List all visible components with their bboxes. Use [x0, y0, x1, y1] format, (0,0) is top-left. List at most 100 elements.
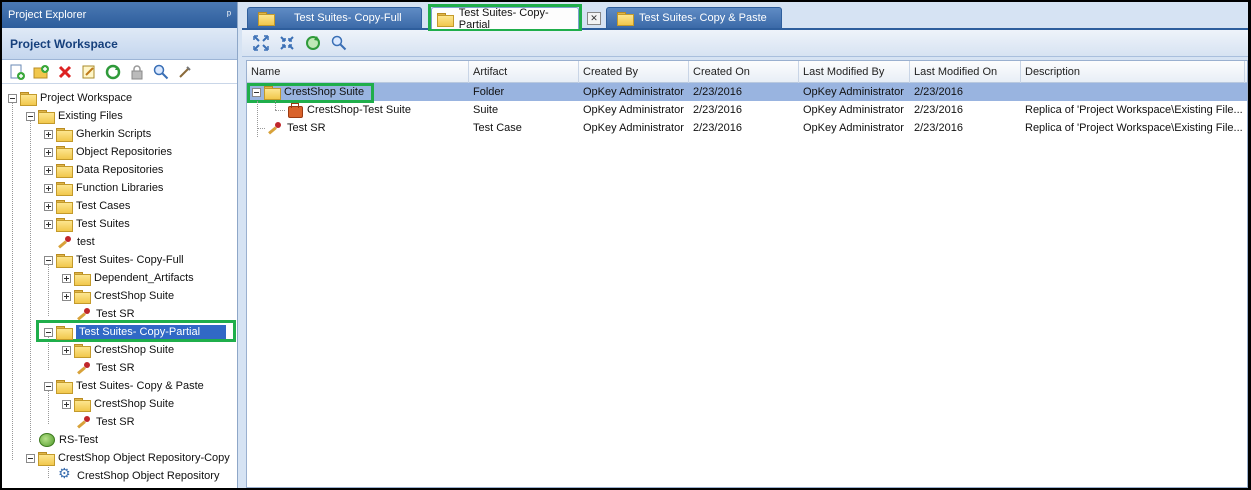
- table-row[interactable]: CrestShop Suite Folder OpKey Administrat…: [247, 83, 1247, 101]
- tree-node-data-repositories[interactable]: Data Repositories: [44, 161, 163, 179]
- expand-toggle[interactable]: [44, 183, 53, 193]
- column-header-name[interactable]: Name: [247, 61, 469, 83]
- new-file-icon[interactable]: [8, 63, 26, 81]
- new-folder-icon[interactable]: [32, 63, 50, 81]
- collapse-all-icon[interactable]: [278, 34, 296, 52]
- collapse-toggle[interactable]: [44, 327, 53, 337]
- expand-toggle[interactable]: [44, 219, 53, 229]
- refresh-icon[interactable]: [104, 63, 122, 81]
- tree-label: Test Suites- Copy & Paste: [76, 380, 204, 392]
- tree-node-gherkin-scripts[interactable]: Gherkin Scripts: [44, 125, 151, 143]
- cell-name: Test SR: [263, 119, 469, 137]
- expand-toggle[interactable]: [62, 273, 71, 283]
- tab-label: Test Suites- Copy-Full: [294, 12, 402, 24]
- tab-label: Test Suites- Copy & Paste: [639, 12, 767, 24]
- cell-created-by: OpKey Administrator: [583, 122, 684, 134]
- app-window: Project Explorer ᵖ Project Workspace Pro…: [2, 2, 1248, 488]
- table-row[interactable]: CrestShop-Test Suite Suite OpKey Adminis…: [247, 101, 1247, 137]
- tab-close-icon[interactable]: ✕: [587, 12, 601, 25]
- tree-node-test-sr[interactable]: Test SR: [76, 413, 135, 431]
- test-case-icon: [57, 235, 73, 249]
- pin-icon[interactable]: ᵖ: [227, 9, 231, 21]
- highlight-box: [247, 83, 374, 103]
- search-icon[interactable]: [330, 34, 348, 52]
- refresh-icon[interactable]: [304, 34, 322, 52]
- grid-toolbar: [242, 30, 1248, 57]
- tree-node-crestshop-suite[interactable]: CrestShop Suite: [62, 341, 174, 359]
- tree-node-test-cases[interactable]: Test Cases: [44, 197, 130, 215]
- cell-description: Replica of 'Project Workspace\Existing F…: [1025, 122, 1243, 134]
- project-explorer-title: Project Explorer: [8, 9, 87, 21]
- folder-icon: [74, 344, 91, 358]
- grid-header: Name Artifact Created By Created On Last…: [247, 61, 1247, 83]
- lock-icon[interactable]: [128, 63, 146, 81]
- folder-icon: [74, 272, 91, 286]
- expand-toggle[interactable]: [62, 399, 71, 409]
- tree-node-copy-full[interactable]: Test Suites- Copy-Full: [44, 251, 184, 269]
- project-explorer-panel: Project Explorer ᵖ Project Workspace Pro…: [2, 2, 238, 488]
- collapse-toggle[interactable]: [26, 111, 35, 121]
- tree-node-copy-partial[interactable]: Test Suites- Copy-Partial: [44, 323, 226, 341]
- rename-icon[interactable]: [80, 63, 98, 81]
- search-icon[interactable]: [152, 63, 170, 81]
- tree-label: CrestShop Suite: [94, 344, 175, 356]
- expand-all-icon[interactable]: [252, 34, 270, 52]
- collapse-toggle[interactable]: [44, 255, 53, 265]
- folder-icon: [437, 12, 454, 27]
- tree-node-test[interactable]: test: [57, 233, 95, 251]
- cell-created-by: OpKey Administrator: [583, 86, 684, 98]
- tree-node-crestshop-suite[interactable]: CrestShop Suite: [62, 395, 174, 413]
- tools-icon[interactable]: [176, 63, 194, 81]
- tab-copy-full[interactable]: Test Suites- Copy-Full: [247, 7, 422, 29]
- test-case-icon: [267, 121, 283, 135]
- tree-label: CrestShop Suite: [94, 398, 175, 410]
- collapse-toggle[interactable]: [8, 93, 17, 103]
- tree-node-project-workspace[interactable]: Project Workspace: [8, 89, 132, 107]
- column-header-last-modified-on[interactable]: Last Modified On: [910, 61, 1021, 83]
- column-header-created-by[interactable]: Created By: [579, 61, 689, 83]
- expand-toggle[interactable]: [44, 129, 53, 139]
- expand-toggle[interactable]: [44, 201, 53, 211]
- tree-node-object-repositories[interactable]: Object Repositories: [44, 143, 172, 161]
- expand-toggle[interactable]: [62, 345, 71, 355]
- project-explorer-header: Project Explorer ᵖ: [2, 2, 237, 28]
- tree-label: Function Libraries: [76, 182, 164, 194]
- tree-node-test-sr[interactable]: Test SR: [76, 359, 135, 377]
- tab-copy-partial[interactable]: Test Suites- Copy-Partial: [431, 7, 579, 31]
- tree-label: CrestShop Object Repository: [77, 470, 220, 482]
- collapse-toggle[interactable]: [44, 381, 53, 391]
- table-row[interactable]: Test SR Test Case OpKey Administrator 2/…: [247, 119, 1247, 137]
- column-header-created-on[interactable]: Created On: [689, 61, 799, 83]
- tree-node-dependent-artifacts[interactable]: Dependent_Artifacts: [62, 269, 194, 287]
- tree-node-existing-files[interactable]: Existing Files: [26, 107, 123, 125]
- test-case-icon: [76, 415, 92, 429]
- explorer-toolbar: [2, 60, 237, 84]
- tab-copy-paste[interactable]: Test Suites- Copy & Paste: [606, 7, 782, 29]
- tree-node-test-suites[interactable]: Test Suites: [44, 215, 130, 233]
- suite-icon: [287, 103, 303, 118]
- tree-node-object-repository[interactable]: CrestShop Object Repository: [57, 466, 220, 485]
- cell-last-modified-by: OpKey Administrator: [803, 104, 904, 116]
- cell-text: CrestShop-Test Suite: [307, 104, 411, 116]
- column-header-description[interactable]: Description: [1021, 61, 1245, 83]
- expand-toggle[interactable]: [44, 147, 53, 157]
- column-header-artifact[interactable]: Artifact: [469, 61, 579, 83]
- cell-created-on: 2/23/2016: [693, 104, 742, 116]
- cell-last-modified-on: 2/23/2016: [914, 104, 963, 116]
- expand-toggle[interactable]: [62, 291, 71, 301]
- tree-node-or-copy[interactable]: CrestShop Object Repository-Copy: [26, 449, 230, 467]
- tree-node-crestshop-suite[interactable]: CrestShop Suite: [62, 287, 174, 305]
- collapse-toggle[interactable]: [26, 453, 35, 463]
- tree-node-copy-paste[interactable]: Test Suites- Copy & Paste: [44, 377, 204, 395]
- tree-node-function-libraries[interactable]: Function Libraries: [44, 179, 163, 197]
- folder-icon: [56, 128, 73, 142]
- column-header-last-modified-by[interactable]: Last Modified By: [799, 61, 910, 83]
- workspace-header: Project Workspace: [2, 28, 237, 60]
- expand-toggle[interactable]: [44, 165, 53, 175]
- folder-icon: [56, 182, 73, 196]
- main-panel: Test Suites- Copy-Full Test Suites- Copy…: [242, 2, 1248, 488]
- tree-node-rs-test[interactable]: RS-Test: [39, 431, 98, 449]
- tree-label: Dependent_Artifacts: [94, 272, 194, 284]
- folder-icon: [56, 218, 73, 232]
- delete-icon[interactable]: [56, 63, 74, 81]
